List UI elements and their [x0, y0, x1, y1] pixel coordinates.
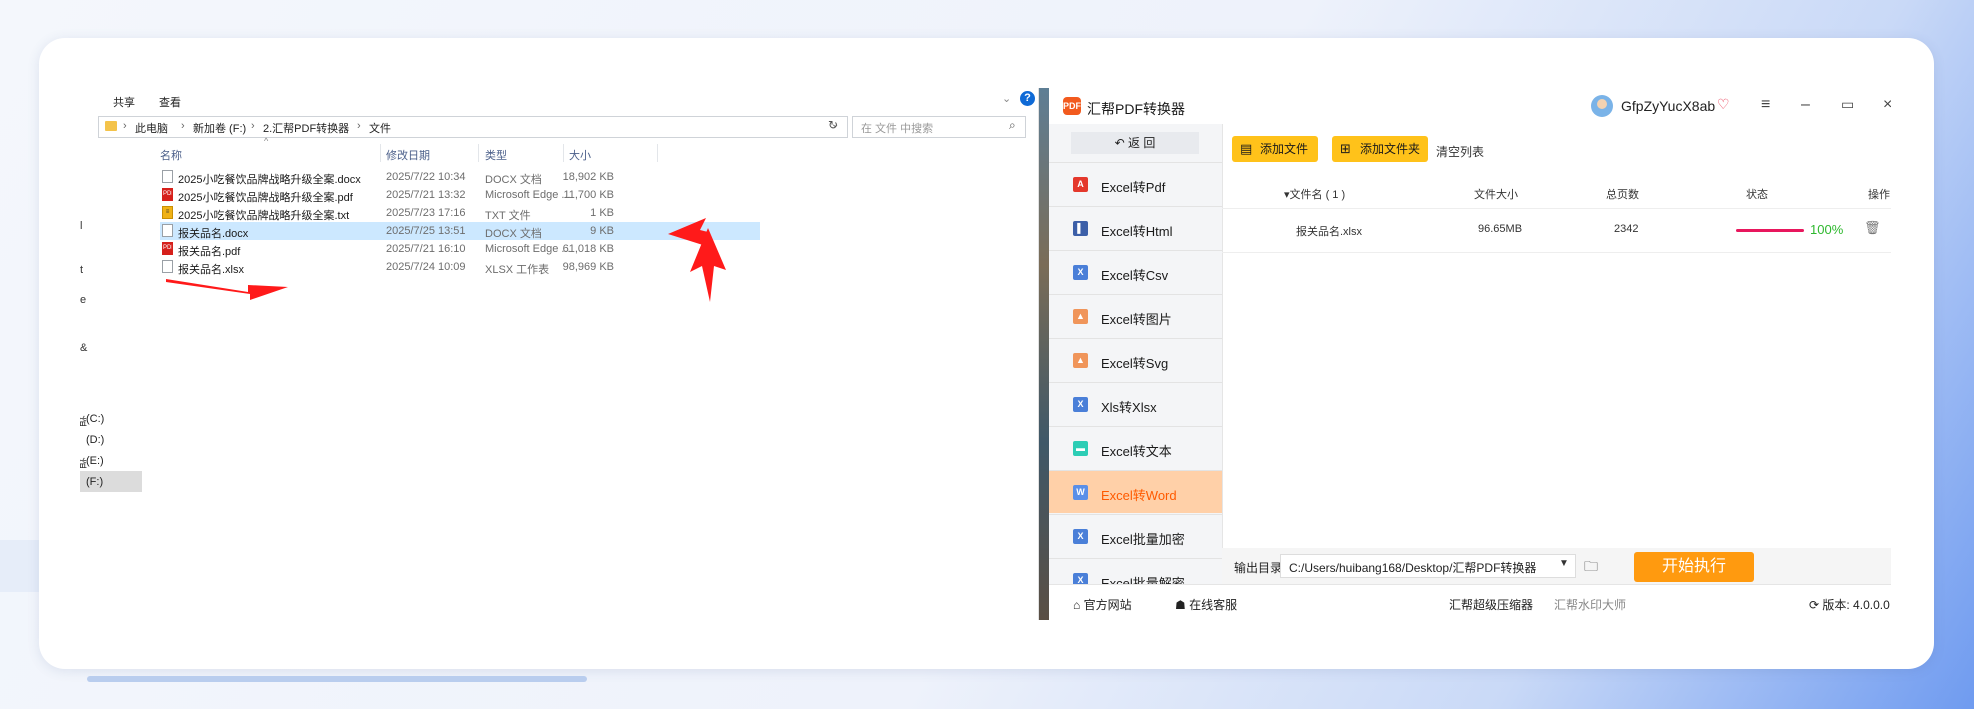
- arrow-left-annotation: [668, 218, 708, 246]
- annotation-arrows: [166, 218, 726, 302]
- arrow-right-annotation: [166, 279, 288, 300]
